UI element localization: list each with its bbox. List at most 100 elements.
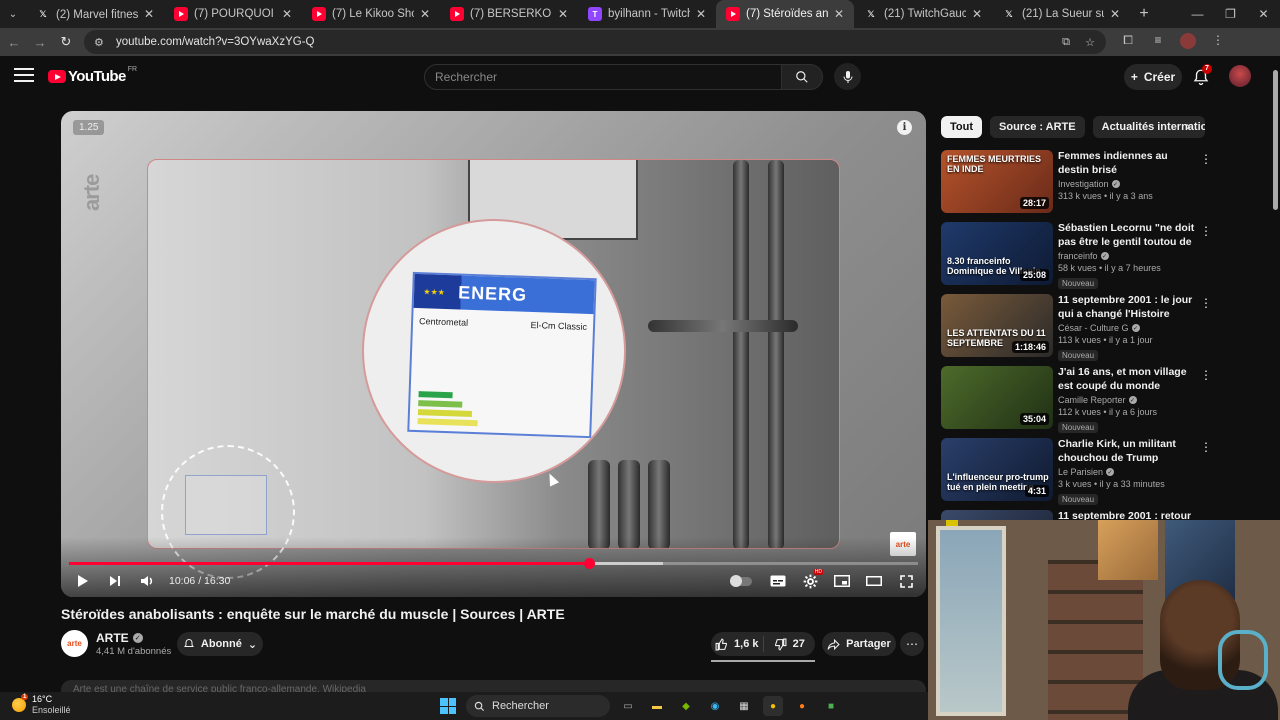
tab-close-icon[interactable]: ✕ — [556, 7, 570, 21]
play-button[interactable] — [67, 565, 99, 597]
chevron-right-icon[interactable]: › — [1186, 119, 1190, 133]
omnibox[interactable]: ⚙ youtube.com/watch?v=3OYwaXzYG-Q ⧉ ☆ — [84, 30, 1106, 54]
tab-close-icon[interactable]: ✕ — [1108, 7, 1122, 21]
recommendation-more-icon[interactable]: ⋮ — [1200, 296, 1212, 310]
tab-close-icon[interactable]: ✕ — [280, 7, 294, 21]
recommendation-title[interactable]: Sébastien Lecornu "ne doit pas être le g… — [1058, 222, 1200, 249]
edge-icon[interactable]: ◉ — [705, 696, 725, 716]
extensions-icon[interactable]: ⧠ — [1114, 33, 1142, 52]
site-info-icon[interactable]: ⚙ — [94, 36, 110, 49]
recommendation-title[interactable]: Charlie Kirk, un militant chouchou de Tr… — [1058, 438, 1200, 465]
nvidia-icon[interactable]: ◆ — [676, 696, 696, 716]
like-count: 1,6 k — [734, 638, 759, 650]
channel-name-row[interactable]: ARTE ✓ — [96, 631, 143, 645]
recommendation-channel[interactable]: Le Parisien — [1058, 467, 1103, 477]
recommendation-item[interactable]: 8.30 franceinfo Dominique de Villepin 25:… — [941, 222, 1217, 294]
tab-close-icon[interactable]: ✕ — [832, 7, 846, 21]
recommendation-item[interactable]: 35:04 J'ai 16 ans, et mon village est cou… — [941, 366, 1217, 438]
browser-tab[interactable]: 𝕏 (2) Marvel fitness 🇫🇷 (@M ✕ — [26, 0, 164, 28]
recommendation-title[interactable]: Femmes indiennes au destin brisé — [1058, 150, 1200, 177]
close-window-button[interactable]: ✕ — [1247, 0, 1280, 28]
browser-tab[interactable]: 𝕏 (21) La Sueur sur X : "Mé ✕ — [992, 0, 1130, 28]
new-tab-button[interactable]: + — [1130, 5, 1158, 23]
back-button[interactable]: ← — [2, 30, 26, 54]
recommendation-item[interactable]: LES ATTENTATS DU 11 SEPTEMBRE 1:18:46 11 s… — [941, 294, 1217, 366]
autoplay-toggle[interactable] — [730, 574, 752, 587]
tab-search-button[interactable]: ⌄ — [0, 0, 26, 28]
reload-button[interactable]: ↻ — [54, 30, 78, 54]
maximize-button[interactable]: ❐ — [1214, 0, 1247, 28]
tab-close-icon[interactable]: ✕ — [970, 7, 984, 21]
video-thumbnail[interactable]: LES ATTENTATS DU 11 SEPTEMBRE 1:18:46 — [941, 294, 1053, 357]
weather-widget[interactable]: 16°C Ensoleillé — [12, 694, 71, 716]
bookmark-star-icon[interactable]: ☆ — [1080, 36, 1100, 49]
recommendation-channel[interactable]: César - Culture G — [1058, 323, 1129, 333]
fullscreen-button[interactable] — [890, 565, 922, 597]
video-thumbnail[interactable]: 8.30 franceinfo Dominique de Villepin 25:… — [941, 222, 1053, 285]
recommendation-more-icon[interactable]: ⋮ — [1200, 440, 1212, 454]
channel-avatar[interactable]: arte — [61, 630, 88, 657]
windows-start-icon[interactable] — [440, 698, 456, 714]
miniplayer-button[interactable] — [826, 565, 858, 597]
browser-tab[interactable]: (7) BERSERKOLOGIE # 1 - ✕ — [440, 0, 578, 28]
channel-name[interactable]: ARTE — [96, 631, 129, 645]
weather-temperature: 16°C — [32, 694, 53, 704]
x-icon: 𝕏 — [39, 8, 47, 19]
volume-button[interactable] — [131, 565, 163, 597]
search-button[interactable] — [781, 64, 823, 90]
video-thumbnail[interactable]: 35:04 — [941, 366, 1053, 429]
recommendation-more-icon[interactable]: ⋮ — [1200, 224, 1212, 238]
browser-tab[interactable]: (7) Le Kikoo Show - YouTu ✕ — [302, 0, 440, 28]
browser-tab[interactable]: (7) POURQUOI ONE PIECE ✕ — [164, 0, 302, 28]
subscribed-button[interactable]: Abonné ⌄ — [177, 632, 263, 656]
recommendation-item[interactable]: FEMMES MEURTRIES EN INDE 28:17 Femmes indi… — [941, 150, 1217, 222]
recommendation-title[interactable]: 11 septembre 2001 : le jour qui a changé… — [1058, 294, 1200, 321]
tab-close-icon[interactable]: ✕ — [418, 7, 432, 21]
search-input[interactable]: Rechercher — [424, 64, 782, 90]
like-button[interactable]: 1,6 k — [711, 636, 764, 652]
recommendation-title[interactable]: J'ai 16 ans, et mon village est coupé du… — [1058, 366, 1200, 393]
browser-tab[interactable]: 𝕏 (21) TwitchGauchiste sur X ✕ — [854, 0, 992, 28]
firefox-icon[interactable]: ● — [792, 696, 812, 716]
create-button[interactable]: + Créer — [1124, 64, 1182, 90]
forward-button[interactable]: → — [28, 30, 52, 54]
dislike-button[interactable]: 27 — [764, 638, 816, 651]
minimize-button[interactable]: — — [1181, 0, 1214, 28]
recommendation-channel[interactable]: franceinfo — [1058, 251, 1098, 261]
profile-avatar[interactable] — [1174, 32, 1202, 52]
taskbar-search[interactable]: Rechercher — [466, 695, 610, 717]
share-button[interactable]: Partager — [822, 632, 896, 656]
voice-search-button[interactable] — [834, 63, 861, 90]
recommendation-channel[interactable]: Camille Reporter — [1058, 395, 1126, 405]
browser-tab[interactable]: (7) Stéroïdes anabolisants ✕ — [716, 0, 854, 28]
account-avatar[interactable] — [1229, 65, 1251, 87]
recommendation-item[interactable]: L'influenceur pro-trump tué en plein mee… — [941, 438, 1217, 510]
theater-mode-button[interactable] — [858, 565, 890, 597]
settings-button[interactable]: HD — [794, 565, 826, 597]
filter-chip[interactable]: Source : ARTE — [990, 116, 1085, 138]
video-thumbnail[interactable]: FEMMES MEURTRIES EN INDE 28:17 — [941, 150, 1053, 213]
guide-menu-icon[interactable] — [14, 68, 34, 84]
filter-chip[interactable]: Tout — [941, 116, 983, 138]
info-icon[interactable]: i — [897, 120, 912, 135]
recommendation-more-icon[interactable]: ⋮ — [1200, 152, 1212, 166]
store-icon[interactable]: ▦ — [734, 696, 754, 716]
file-explorer-icon[interactable]: ▬ — [647, 696, 667, 716]
browser-menu-icon[interactable]: ⋮ — [1204, 33, 1232, 52]
obs-icon[interactable]: ■ — [821, 696, 841, 716]
next-button[interactable] — [99, 565, 131, 597]
recommendation-channel[interactable]: Investigation — [1058, 179, 1109, 189]
chrome-icon[interactable]: ● — [763, 696, 783, 716]
tab-close-icon[interactable]: ✕ — [142, 7, 156, 21]
install-app-icon[interactable]: ⧉ — [1056, 36, 1076, 49]
reading-list-icon[interactable]: ≡ — [1144, 33, 1172, 52]
youtube-logo[interactable]: YouTube FR — [48, 66, 137, 85]
subtitles-button[interactable] — [762, 565, 794, 597]
recommendation-more-icon[interactable]: ⋮ — [1200, 368, 1212, 382]
video-player[interactable]: ★★★ ENERG Centrometal El-Cm Classic arte… — [61, 111, 926, 597]
video-thumbnail[interactable]: L'influenceur pro-trump tué en plein mee… — [941, 438, 1053, 501]
task-view-icon[interactable]: ▭ — [618, 696, 638, 716]
tab-close-icon[interactable]: ✕ — [694, 7, 708, 21]
more-actions-button[interactable]: ⋯ — [900, 632, 924, 656]
browser-tab[interactable]: Tbyilhann - Twitch ✕ — [578, 0, 716, 28]
